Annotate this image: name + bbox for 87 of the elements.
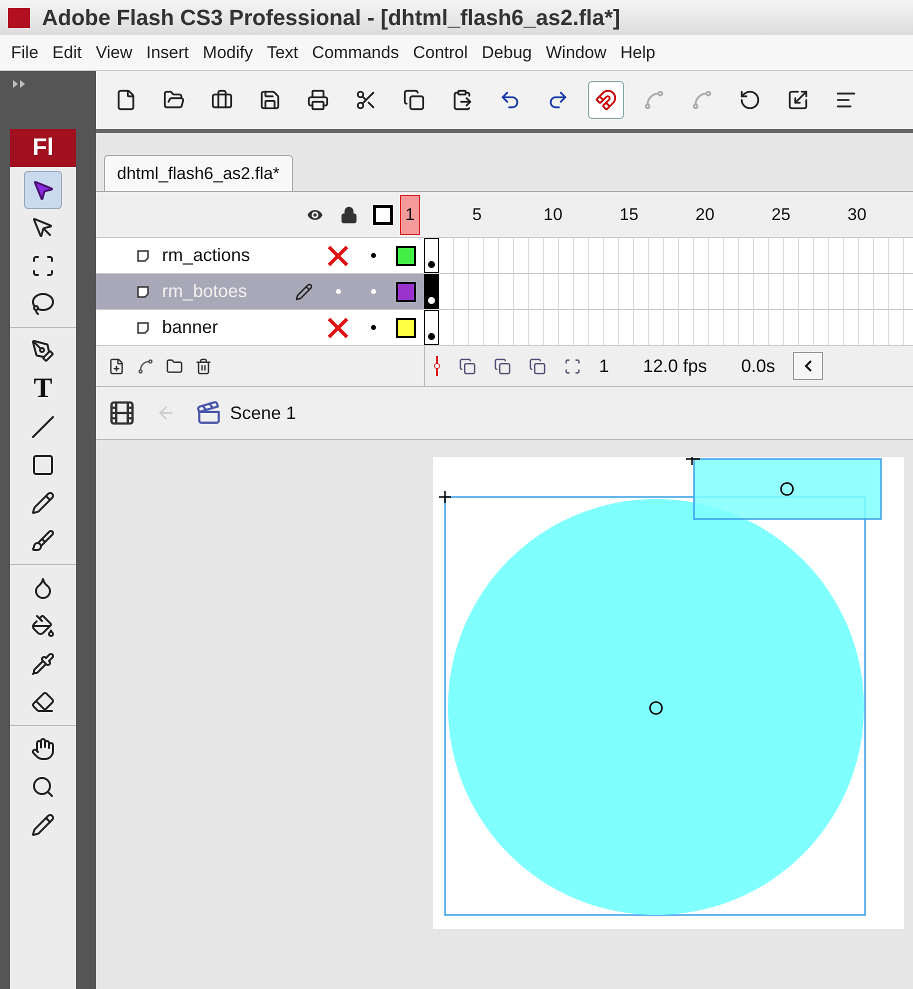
- scale-icon: [787, 89, 809, 111]
- redo-icon: [547, 89, 569, 111]
- pencil-icon: [31, 813, 55, 837]
- frame-number: 1: [400, 194, 420, 234]
- hidden-icon[interactable]: [326, 244, 350, 266]
- arrow-icon: [31, 178, 55, 202]
- curve-icon: [643, 89, 665, 111]
- frame-number: 10: [542, 204, 564, 226]
- keyframe: [424, 238, 439, 273]
- flash-logo: Fl: [10, 129, 76, 167]
- layer-name: banner: [162, 316, 220, 339]
- pencil-icon: [295, 282, 313, 300]
- bucket-icon: [31, 614, 55, 638]
- hidden-icon[interactable]: [326, 316, 350, 338]
- rotate-icon: [739, 89, 761, 111]
- eraser-icon: [31, 690, 55, 714]
- frame-number: 25: [770, 204, 792, 226]
- timeline-toggle-icon[interactable]: [108, 399, 136, 427]
- layer-icon: [136, 248, 150, 262]
- frame-rate: 12.0 fps: [643, 354, 708, 378]
- save-icon: [259, 89, 281, 111]
- scene-name: Scene 1: [230, 402, 296, 424]
- trash-icon[interactable]: [195, 358, 212, 374]
- frame-number: 5: [471, 204, 483, 226]
- menu-item[interactable]: Window: [538, 40, 614, 66]
- menu-item[interactable]: Debug: [474, 40, 539, 66]
- playhead-icon: [433, 356, 441, 376]
- frame-number: 30: [846, 204, 868, 226]
- menu-item[interactable]: Modify: [196, 40, 260, 66]
- expand-icon[interactable]: [12, 79, 26, 89]
- menu-item[interactable]: View: [88, 40, 140, 66]
- elapsed-time: 0.0s: [741, 354, 776, 378]
- folder-icon: [163, 89, 185, 111]
- frame-number: 20: [694, 204, 716, 226]
- keyframe: [424, 274, 439, 309]
- menu-item[interactable]: File: [4, 40, 46, 66]
- zoom-icon: [31, 775, 55, 799]
- lock-icon[interactable]: [340, 206, 358, 224]
- lasso-icon: [31, 292, 55, 316]
- layer-name: rm_botoes: [162, 280, 248, 303]
- layer-row[interactable]: rm_actions: [96, 238, 913, 274]
- layer-icon: [136, 320, 150, 334]
- printer-icon: [307, 89, 329, 111]
- layer-color[interactable]: [396, 282, 416, 302]
- folder-icon[interactable]: [166, 358, 183, 374]
- scissors-icon: [355, 89, 377, 111]
- tool-button[interactable]: [24, 171, 62, 209]
- brush-icon: [31, 529, 55, 553]
- window-title: Adobe Flash CS3 Professional - [dhtml_flash6_as2.fla*]: [42, 4, 620, 32]
- eyedropper-icon: [31, 652, 55, 676]
- document-tab[interactable]: dhtml_flash6_as2.fla*: [104, 155, 293, 191]
- new-file-icon: [115, 89, 137, 111]
- copy-icon: [403, 89, 425, 111]
- curve-icon: [691, 89, 713, 111]
- rectangle-icon: [31, 453, 55, 477]
- layer-color[interactable]: [396, 246, 416, 266]
- undo-icon: [499, 89, 521, 111]
- menu-item[interactable]: Insert: [139, 40, 196, 66]
- markers-icon[interactable]: [564, 358, 581, 374]
- layer-row[interactable]: banner: [96, 310, 913, 346]
- pencil-icon: [31, 491, 55, 515]
- keyframe: [424, 310, 439, 345]
- current-frame: 1: [599, 352, 610, 380]
- menu-item[interactable]: Text: [260, 40, 306, 66]
- pen-icon: [31, 339, 55, 363]
- line-icon: [31, 415, 55, 439]
- tool-button[interactable]: T: [24, 370, 62, 408]
- paste-icon: [451, 89, 473, 111]
- briefcase-icon: [211, 89, 233, 111]
- frame-number: 15: [618, 204, 640, 226]
- chevron-left-icon: [804, 360, 812, 372]
- menu-item[interactable]: Help: [613, 40, 662, 66]
- transform-icon: [31, 254, 55, 278]
- layer-color[interactable]: [396, 318, 416, 338]
- menu-item[interactable]: Commands: [305, 40, 406, 66]
- layer-name: rm_actions: [162, 244, 252, 267]
- outline-icon[interactable]: [373, 204, 393, 224]
- magnet-icon: [595, 89, 617, 111]
- app-icon: [8, 8, 30, 28]
- menu-item[interactable]: Edit: [45, 40, 89, 66]
- scroll-left-button[interactable]: [793, 352, 824, 380]
- pointer-icon: [31, 216, 55, 240]
- scene-icon: [196, 400, 222, 426]
- menu-item[interactable]: Control: [406, 40, 475, 66]
- add-layer-icon[interactable]: [108, 358, 125, 374]
- layer-icon: [136, 284, 150, 298]
- hand-icon: [31, 737, 55, 761]
